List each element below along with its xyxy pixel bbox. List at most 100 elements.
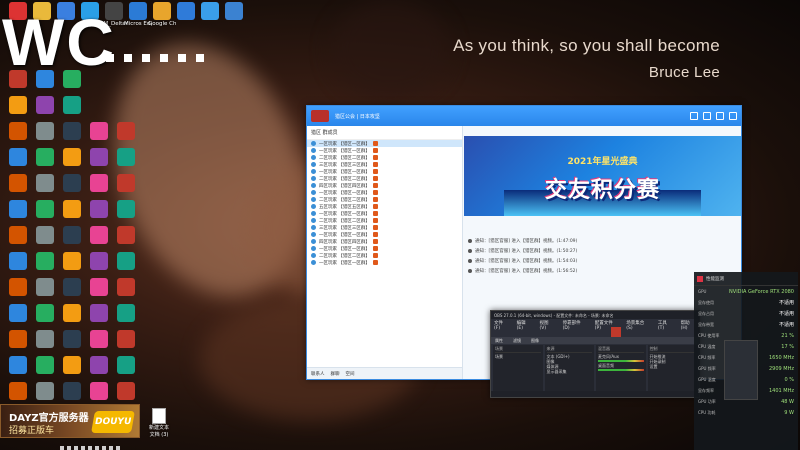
desktop-icon[interactable]: [58, 356, 86, 374]
member-row[interactable]: 一区玩家 【猎区一区群】: [307, 245, 462, 252]
desktop-icon[interactable]: [85, 330, 113, 348]
desktop-icon[interactable]: [31, 148, 59, 166]
desktop-icon[interactable]: [58, 382, 86, 400]
desktop-icon[interactable]: [4, 382, 32, 400]
desktop-icon[interactable]: [112, 330, 140, 348]
desktop-icon[interactable]: [31, 356, 59, 374]
obs-toolbar-button[interactable]: 图像: [531, 338, 539, 343]
desktop-icon[interactable]: [31, 200, 59, 218]
obs-toolbar-button[interactable]: 滤镜: [513, 338, 521, 343]
desktop-icon[interactable]: [4, 252, 32, 270]
desktop-icon[interactable]: [4, 174, 32, 192]
qq-group-name[interactable]: 猎区公会 | 日本攻坚: [335, 113, 380, 120]
obs-toolbar-button[interactable]: 属性: [495, 338, 503, 343]
member-row[interactable]: 一区玩家 【猎区一区群】: [307, 210, 462, 217]
desktop-icon[interactable]: [85, 200, 113, 218]
member-row[interactable]: 二区玩家 【猎区二区群】: [307, 217, 462, 224]
desktop-icon[interactable]: [4, 96, 32, 114]
desktop-icon[interactable]: [58, 122, 86, 140]
desktop-icon[interactable]: [58, 96, 86, 114]
desktop-icon[interactable]: [112, 304, 140, 322]
desktop-icon[interactable]: [58, 278, 86, 296]
desktop-icon[interactable]: [31, 96, 59, 114]
desktop-icon[interactable]: [31, 122, 59, 140]
qq-footer-tab[interactable]: 联系人: [311, 371, 325, 377]
obs-dock-item[interactable]: 麦克风/Aux: [598, 354, 644, 359]
desktop-icon[interactable]: [85, 356, 113, 374]
member-row[interactable]: 四区玩家 【猎区四区群】: [307, 238, 462, 245]
member-row[interactable]: 一区玩家 【猎区一区群】: [307, 168, 462, 175]
member-row[interactable]: 五区玩家 【猎区五区群】: [307, 203, 462, 210]
event-banner[interactable]: 2021年星光盛典 交友积分赛: [464, 136, 741, 216]
desktop-icon[interactable]: [85, 304, 113, 322]
desktop-icon[interactable]: [85, 252, 113, 270]
desktop-icon[interactable]: [4, 304, 32, 322]
desktop-icon[interactable]: [85, 226, 113, 244]
desktop-icon[interactable]: [58, 226, 86, 244]
obs-menu-item[interactable]: 文件(F): [494, 320, 509, 331]
qq-footer-tab[interactable]: 群聊: [331, 371, 340, 377]
member-row[interactable]: 一区玩家 【猎区一区群】: [307, 259, 462, 266]
member-row[interactable]: 二区玩家 【猎区二区群】: [307, 196, 462, 203]
obs-dock-item[interactable]: 设置: [650, 364, 696, 369]
desktop-icon[interactable]: [112, 382, 140, 400]
obs-dock-item[interactable]: 场景: [495, 354, 541, 359]
desktop-icon[interactable]: [58, 174, 86, 192]
desktop-icon[interactable]: [58, 304, 86, 322]
desktop-icon[interactable]: [85, 148, 113, 166]
close-icon[interactable]: [729, 112, 737, 120]
desktop-icon[interactable]: [4, 356, 32, 374]
obs-menu-item[interactable]: 编辑(E): [517, 320, 532, 331]
obs-dock-item[interactable]: 显示器采集: [547, 369, 593, 374]
desktop-icon[interactable]: [85, 382, 113, 400]
member-row[interactable]: 四区玩家 【猎区四区群】: [307, 182, 462, 189]
douyu-banner[interactable]: DAYZ官方服务器 招募正版车 DOUYU: [0, 404, 140, 438]
desktop-icon[interactable]: [4, 122, 32, 140]
minimize-icon[interactable]: [716, 112, 724, 120]
desktop-icon[interactable]: [220, 2, 248, 21]
home-icon[interactable]: [690, 112, 698, 120]
desktop-icon[interactable]: [31, 304, 59, 322]
obs-menu-item[interactable]: 配置文件(P): [595, 320, 618, 331]
member-row[interactable]: 二区玩家 【猎区二区群】: [307, 252, 462, 259]
desktop-icon[interactable]: [85, 278, 113, 296]
desktop-icon[interactable]: [4, 330, 32, 348]
desktop-icon[interactable]: [31, 252, 59, 270]
member-row[interactable]: 三区玩家 【猎区三区群】: [307, 224, 462, 231]
desktop-icon[interactable]: [112, 226, 140, 244]
desktop-icon[interactable]: [58, 148, 86, 166]
qq-titlebar[interactable]: 猎区公会 | 日本攻坚: [307, 106, 741, 126]
member-row[interactable]: 二区玩家 【猎区二区群】: [307, 154, 462, 161]
member-row[interactable]: 二区玩家 【猎区二区群】: [307, 175, 462, 182]
obs-dock-item[interactable]: 桌面音频: [598, 363, 644, 368]
performance-monitor[interactable]: 性能监测 GPU NVIDIA GeForce RTX 2080 显存使用 不适用 显存…: [694, 272, 798, 450]
desktop-icon[interactable]: [31, 382, 59, 400]
desktop-icon[interactable]: [112, 356, 140, 374]
desktop-icon[interactable]: [85, 122, 113, 140]
desktop-icon[interactable]: [112, 122, 140, 140]
desktop-icon[interactable]: [85, 174, 113, 192]
desktop-icon[interactable]: [31, 278, 59, 296]
desktop-icon[interactable]: [112, 252, 140, 270]
monitor-titlebar[interactable]: 性能监测: [694, 272, 798, 286]
desktop-icon[interactable]: [112, 174, 140, 192]
member-row[interactable]: 三区玩家 【猎区三区群】: [307, 161, 462, 168]
desktop-icon[interactable]: [4, 278, 32, 296]
desktop-icon[interactable]: [58, 200, 86, 218]
monitor-context-menu[interactable]: [724, 340, 758, 400]
desktop-icon[interactable]: [4, 200, 32, 218]
desktop-icon[interactable]: [112, 278, 140, 296]
obs-menu-item[interactable]: 场景集合(S): [626, 320, 650, 331]
desktop-icon[interactable]: [4, 148, 32, 166]
desktop-icon[interactable]: [58, 252, 86, 270]
member-row[interactable]: 一区玩家 【猎区一区群】: [307, 140, 462, 147]
desktop-icon[interactable]: [31, 330, 59, 348]
desktop-file-icon[interactable]: 新建文本文档 (3): [148, 408, 170, 438]
qq-footer-tab[interactable]: 空间: [346, 371, 355, 377]
obs-window[interactable]: OBS 27.0.1 (64-bit, windows) - 配置文件: 未命名…: [490, 310, 700, 398]
member-row[interactable]: 一区玩家 【猎区一区群】: [307, 189, 462, 196]
desktop-icon[interactable]: [31, 174, 59, 192]
desktop-icon[interactable]: [112, 200, 140, 218]
obs-menu-item[interactable]: 停靠部件(D): [563, 320, 587, 331]
desktop-icon[interactable]: [58, 330, 86, 348]
